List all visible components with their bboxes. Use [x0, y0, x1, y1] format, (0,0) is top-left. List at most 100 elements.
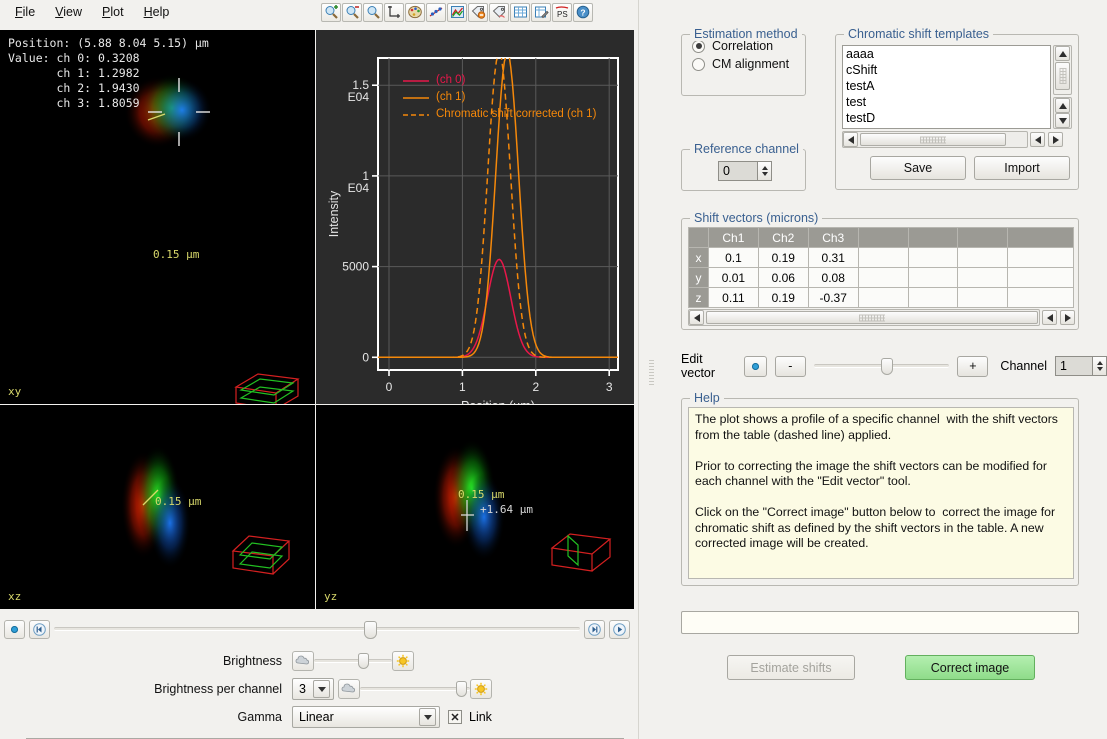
first-frame-button[interactable]	[29, 620, 50, 639]
cell-y-ch3[interactable]: 0.08	[808, 268, 858, 288]
splitter-grip[interactable]	[649, 360, 654, 386]
scatter-icon[interactable]	[426, 3, 446, 22]
edit-vector-thumb[interactable]	[881, 358, 893, 375]
link-checkbox[interactable]: ✕	[448, 710, 462, 724]
hscroll-left-icon[interactable]	[843, 132, 858, 147]
estimate-shifts-button[interactable]: Estimate shifts	[727, 655, 855, 680]
reference-channel-stepper[interactable]	[758, 161, 772, 181]
reference-channel-value[interactable]: 0	[718, 161, 758, 181]
save-template-button[interactable]: Save	[870, 156, 966, 180]
scroll-up-icon[interactable]	[1055, 46, 1070, 61]
templates-listbox[interactable]: aaaa cShift testA test testD	[842, 45, 1051, 129]
radio-correlation[interactable]: Correlation	[692, 39, 805, 53]
viewer-panel-yz[interactable]: yz 0.15 µm +1.64 µm	[316, 405, 634, 609]
menu-plot[interactable]: Plot	[93, 2, 133, 22]
radio-cm-alignment-icon[interactable]	[692, 58, 705, 71]
menu-view[interactable]: View	[46, 2, 91, 22]
dim-icon[interactable]	[292, 651, 314, 671]
cell-x-ch1[interactable]: 0.1	[708, 248, 758, 268]
zoom-in-icon[interactable]	[321, 3, 341, 22]
brightness-per-channel-track[interactable]	[360, 687, 470, 691]
cell-z-7[interactable]	[1008, 288, 1074, 308]
import-template-button[interactable]: Import	[974, 156, 1070, 180]
edit-vector-minus-button[interactable]: -	[775, 356, 806, 377]
bright-icon[interactable]	[392, 651, 414, 671]
cell-x-7[interactable]	[1008, 248, 1074, 268]
cell-z-5[interactable]	[908, 288, 958, 308]
cell-y-4[interactable]	[858, 268, 908, 288]
gamma-select[interactable]: Linear	[292, 706, 440, 728]
cell-x-ch2[interactable]: 0.19	[758, 248, 808, 268]
help-icon[interactable]: ?	[573, 3, 593, 22]
stepper-down-icon[interactable]	[1097, 367, 1103, 371]
table-hscroll-right-icon[interactable]	[1060, 310, 1075, 325]
shift-vectors-table[interactable]: Ch1 Ch2 Ch3 x 0.1 0.19 0.31	[688, 227, 1074, 308]
stepper-down-icon[interactable]	[762, 172, 768, 176]
scroll-down-icon[interactable]	[1055, 113, 1070, 128]
cell-x-ch3[interactable]: 0.31	[808, 248, 858, 268]
shift-vectors-hscroll-thumb[interactable]	[706, 311, 1038, 324]
brightness-thumb[interactable]	[358, 653, 369, 669]
pane-splitter[interactable]	[638, 0, 664, 739]
cell-z-ch1[interactable]: 0.11	[708, 288, 758, 308]
edit-vector-channel-value[interactable]: 1	[1055, 356, 1093, 376]
bright-per-channel-icon[interactable]	[470, 679, 492, 699]
palette-icon[interactable]	[405, 3, 425, 22]
edit-vector-channel-spinner[interactable]: 1	[1055, 356, 1107, 376]
menu-help[interactable]: Help	[135, 2, 179, 22]
cell-z-ch2[interactable]: 0.19	[758, 288, 808, 308]
dim-per-channel-icon[interactable]	[338, 679, 360, 699]
templates-scrollbar-upper[interactable]	[1053, 45, 1072, 95]
time-frame-thumb[interactable]	[364, 621, 377, 639]
shift-vectors-hscrollbar[interactable]	[688, 309, 1040, 326]
table-hscroll-left2-icon[interactable]	[1042, 310, 1057, 325]
cell-y-ch2[interactable]: 0.06	[758, 268, 808, 288]
list-item[interactable]: testD	[843, 110, 1050, 126]
table-icon[interactable]	[510, 3, 530, 22]
templates-hscroll-thumb[interactable]	[860, 133, 1006, 146]
channel-select[interactable]: 3	[292, 678, 334, 700]
cell-x-5[interactable]	[908, 248, 958, 268]
brightness-track[interactable]	[314, 659, 392, 663]
cell-y-ch1[interactable]: 0.01	[708, 268, 758, 288]
list-item[interactable]: aaaa	[843, 46, 1050, 62]
viewer-panel-xz[interactable]: xz 0.15 µm	[0, 405, 315, 609]
table-hscroll-left-icon[interactable]	[689, 310, 704, 325]
cell-y-5[interactable]	[908, 268, 958, 288]
time-frame-track[interactable]	[54, 627, 580, 631]
scroll-up2-icon[interactable]	[1055, 98, 1070, 113]
channel-stepper[interactable]	[1093, 356, 1107, 376]
play-button[interactable]	[609, 620, 630, 639]
timeline-reset-button[interactable]	[4, 620, 25, 639]
cell-y-6[interactable]	[958, 268, 1008, 288]
radio-cm-alignment[interactable]: CM alignment	[692, 57, 805, 71]
edit-vector-plus-button[interactable]: +	[957, 356, 988, 377]
cell-z-4[interactable]	[858, 288, 908, 308]
reference-channel-spinner[interactable]: 0	[718, 161, 772, 181]
cell-z-6[interactable]	[958, 288, 1008, 308]
correct-image-button[interactable]: Correct image	[905, 655, 1035, 680]
edit-vector-track[interactable]	[814, 364, 950, 368]
chevron-down-icon[interactable]	[419, 708, 436, 726]
list-item[interactable]: testA	[843, 78, 1050, 94]
templates-scroll-thumb[interactable]	[1055, 62, 1070, 90]
templates-hscrollbar[interactable]	[842, 131, 1028, 148]
hscroll-right-icon[interactable]	[1048, 132, 1063, 147]
status-input[interactable]	[681, 611, 1079, 634]
menu-file[interactable]: FFileile	[6, 2, 44, 22]
zoom-reset-icon[interactable]	[363, 3, 383, 22]
zoom-out-icon[interactable]	[342, 3, 362, 22]
cell-y-7[interactable]	[1008, 268, 1074, 288]
cell-z-ch3[interactable]: -0.37	[808, 288, 858, 308]
brightness-per-channel-thumb[interactable]	[456, 681, 467, 697]
tag-add-icon[interactable]	[489, 3, 509, 22]
stepper-up-icon[interactable]	[1097, 361, 1103, 365]
tag-remove-icon[interactable]	[468, 3, 488, 22]
ps-export-icon[interactable]: PS	[552, 3, 572, 22]
hscroll-left2-icon[interactable]	[1030, 132, 1045, 147]
chevron-down-icon[interactable]	[313, 680, 330, 698]
radio-correlation-icon[interactable]	[692, 40, 705, 53]
viewer-panel-xy[interactable]: Position: (5.88 8.04 5.15) µm Value: ch …	[0, 30, 315, 404]
list-item[interactable]: test	[843, 94, 1050, 110]
last-frame-button[interactable]	[584, 620, 605, 639]
